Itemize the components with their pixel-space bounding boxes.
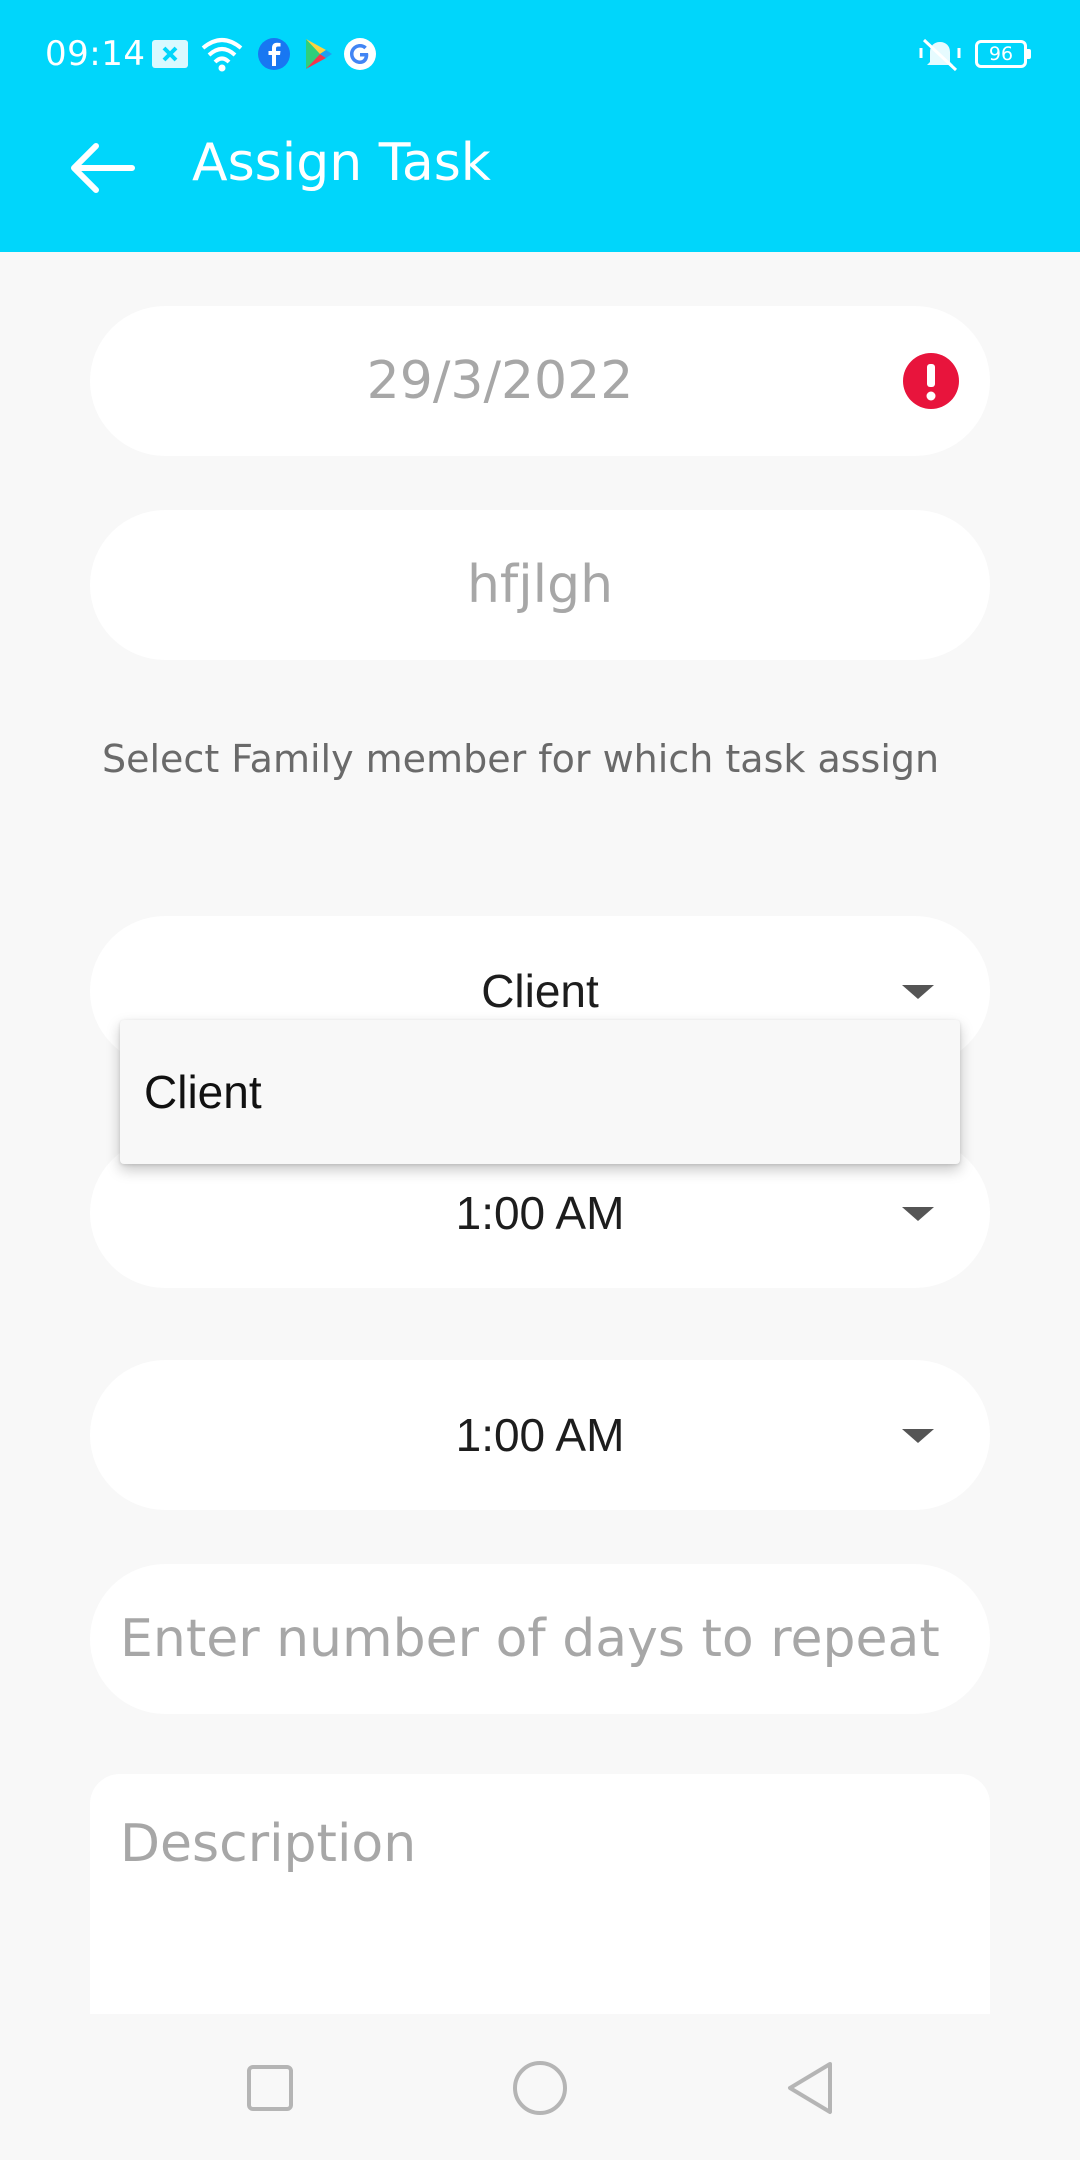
chevron-down-icon [902,985,934,999]
wifi-icon [201,38,243,72]
date-field[interactable]: 29/3/2022 [90,306,990,456]
chevron-down-icon [902,1207,934,1221]
image-notification-icon [152,40,188,68]
recents-square-icon[interactable] [238,2056,302,2120]
status-bar: 09:14 96 [0,0,1080,108]
repeat-days-input[interactable]: Enter number of days to repeat [90,1564,990,1714]
facebook-icon [258,38,290,70]
dropdown-option-client[interactable]: Client [144,1020,262,1164]
task-name-value: hfjlgh [466,555,614,615]
battery-indicator: 96 [975,40,1031,68]
end-time-value: 1:00 AM [455,1409,625,1461]
end-time-dropdown[interactable]: 1:00 AM [90,1360,990,1510]
google-icon [344,38,376,70]
app-header: 09:14 96 Assign Task [0,0,1080,252]
date-value: 29/3/2022 [366,351,634,411]
page-title: Assign Task [192,133,491,193]
vibrate-icon [919,38,961,72]
back-triangle-icon[interactable] [778,2056,842,2120]
chevron-down-icon [902,1429,934,1443]
repeat-days-placeholder: Enter number of days to repeat [120,1609,940,1669]
description-input[interactable]: Description [90,1774,990,2014]
home-circle-icon[interactable] [508,2056,572,2120]
play-store-icon [306,39,332,69]
back-arrow-icon[interactable] [66,138,136,198]
status-time: 09:14 [45,34,146,74]
task-name-field[interactable]: hfjlgh [90,510,990,660]
system-navigation-bar [0,2014,1080,2160]
description-placeholder: Description [120,1814,417,1874]
error-icon[interactable] [902,352,960,410]
family-member-options-popup: Client [120,1020,960,1164]
family-member-label: Select Family member for which task assi… [102,737,940,781]
